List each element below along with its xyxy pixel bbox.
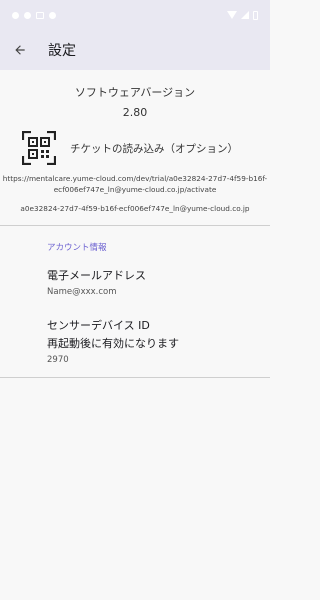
sensor-device-id-value: 2970 <box>47 355 69 365</box>
arrow-back-icon <box>15 45 25 55</box>
email-address-title: 電子メールアドレス <box>47 269 146 282</box>
notification-dot-icon <box>12 11 19 19</box>
sensor-device-id-item[interactable]: センサーデバイス ID 再起動後に有効になります 2970 <box>0 317 270 365</box>
back-button[interactable] <box>10 40 30 60</box>
status-bar <box>0 0 270 30</box>
battery-icon <box>253 10 258 20</box>
read-ticket-label: チケットの読み込み（オプション） <box>70 142 238 155</box>
status-bar-right <box>227 10 258 20</box>
software-version-value: 2.80 <box>122 106 148 119</box>
page-title: 設定 <box>48 43 76 59</box>
signal-icon <box>241 11 249 19</box>
ticket-id: a0e32824-27d7-4f59-b16f-ecf006ef747e_ln@… <box>20 204 250 213</box>
notification-dot-icon <box>24 11 31 19</box>
status-bar-left <box>12 11 56 19</box>
email-address-value: Name@xxx.com <box>47 287 117 297</box>
account-section-header: アカウント情報 <box>47 243 107 253</box>
app-bar: 設定 <box>0 30 270 70</box>
email-address-item[interactable]: 電子メールアドレス Name@xxx.com <box>0 267 270 297</box>
read-ticket-button[interactable]: チケットの読み込み（オプション） <box>0 131 270 165</box>
sensor-device-id-title: センサーデバイス ID <box>47 319 150 332</box>
sensor-device-id-subtitle: 再起動後に有効になります <box>47 337 179 350</box>
divider <box>0 377 270 378</box>
notification-dot-icon <box>49 11 56 19</box>
activation-url: https://mentalcare.yume-cloud.com/dev/tr… <box>2 174 268 194</box>
settings-content: ソフトウェアバージョン 2.80 チケットの読み込み（オプション） https:… <box>0 70 270 378</box>
notification-box-icon <box>36 11 44 19</box>
divider <box>0 225 270 226</box>
software-version-label: ソフトウェアバージョン <box>74 86 196 99</box>
qr-code-icon <box>22 131 56 165</box>
wifi-icon <box>227 11 237 19</box>
